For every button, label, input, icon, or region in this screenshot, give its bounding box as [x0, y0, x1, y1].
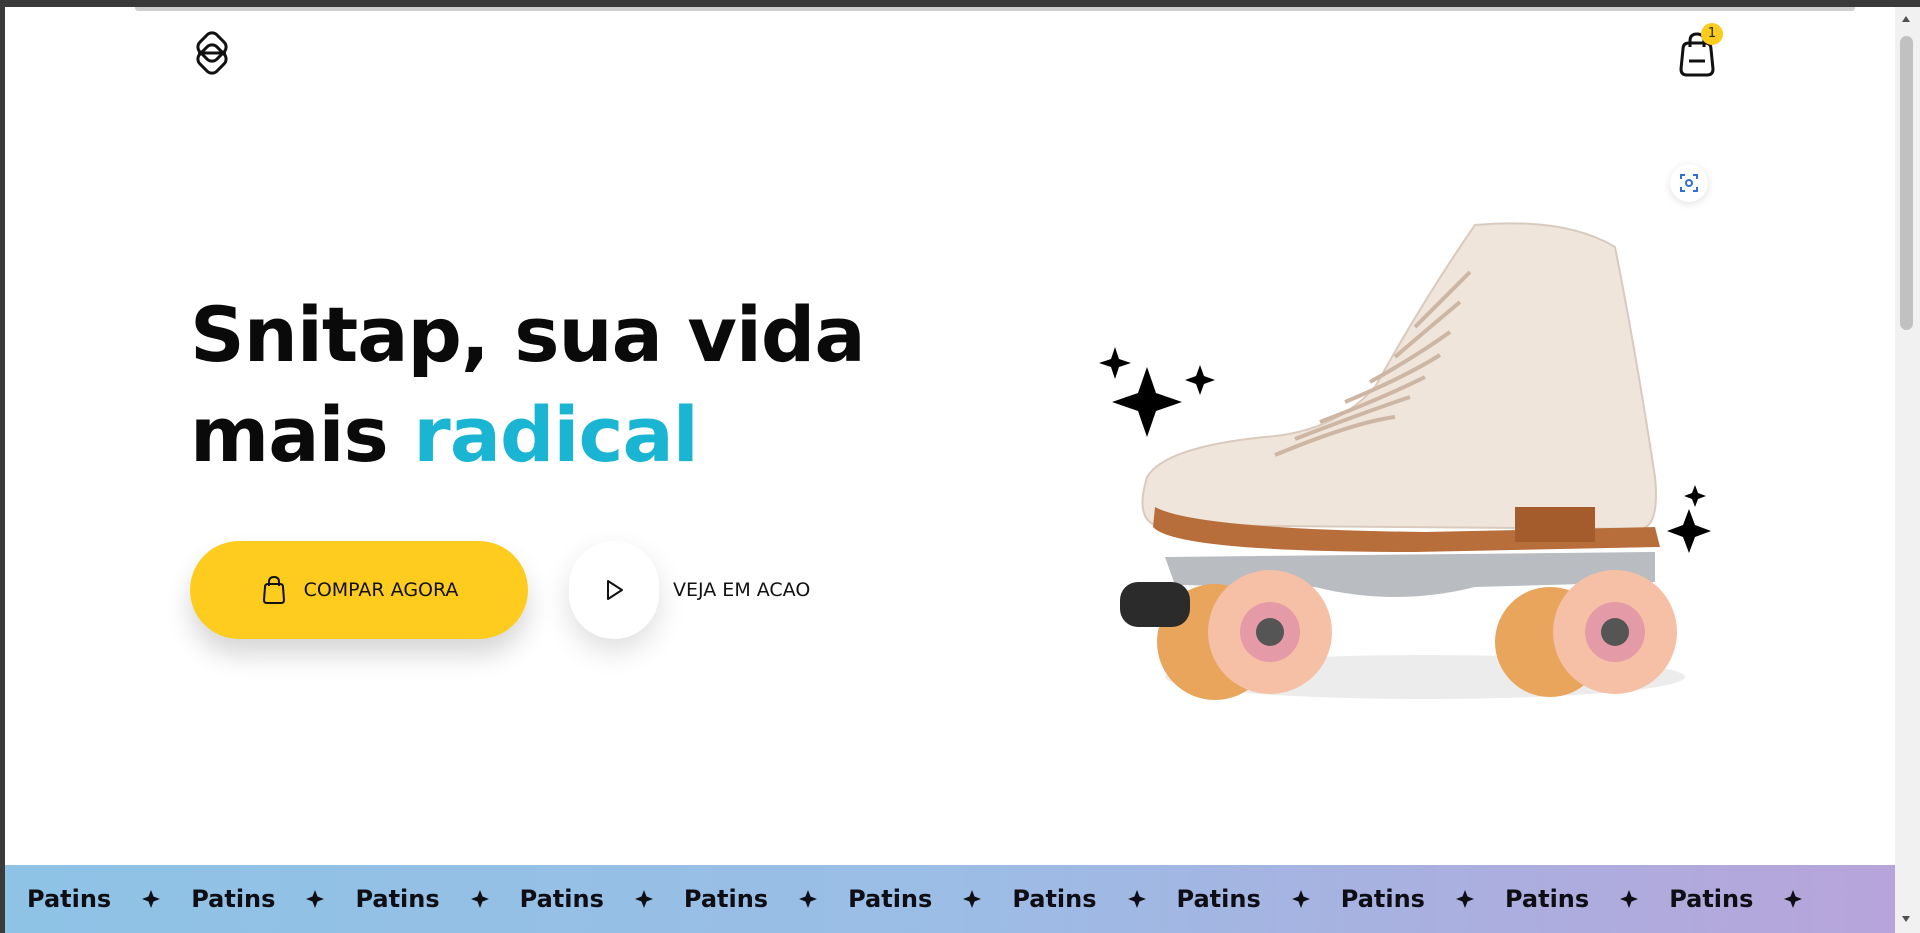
sparkle-icon	[1620, 890, 1639, 908]
watch-in-action-link[interactable]: VEJA EM ACAO	[673, 579, 810, 601]
scroll-up-arrow-icon[interactable]	[1899, 12, 1913, 26]
marquee-word: Patins	[519, 885, 604, 913]
marquee-strip: Patins Patins Patins Patins Patins Patins Pati…	[5, 865, 1895, 933]
shopping-bag-icon	[262, 575, 285, 604]
headline-line1: Snitap, sua vida	[190, 290, 866, 379]
hero-headline: Snitap, sua vida mais radical	[190, 285, 866, 485]
sparkle-icon	[963, 890, 982, 908]
sparkle-icon	[142, 890, 161, 908]
browser-viewport: 1 Snitap, sua vida mais radical COMPAR A…	[5, 7, 1895, 933]
sparkle-icon	[306, 890, 325, 908]
cart-count-badge: 1	[1701, 23, 1723, 45]
marquee-word: Patins	[1012, 885, 1097, 913]
marquee-word: Patins	[1340, 885, 1425, 913]
play-video-button[interactable]	[569, 541, 659, 639]
buy-now-label: COMPAR AGORA	[303, 579, 459, 601]
marquee-word: Patins	[1176, 885, 1261, 913]
headline-accent: radical	[413, 390, 699, 479]
marquee-word: Patins	[683, 885, 769, 913]
sparkle-icon	[634, 890, 653, 908]
sparkle-icon	[1455, 890, 1474, 908]
scrollbar-thumb[interactable]	[1900, 36, 1913, 330]
marquee-word: Patins	[848, 885, 933, 913]
sparkle-icon	[1291, 890, 1310, 908]
marquee-word: Patins	[27, 885, 112, 913]
headline-line2-prefix: mais	[190, 390, 414, 479]
screen-capture-icon	[1680, 174, 1698, 192]
sparkle-icon	[470, 890, 489, 908]
top-divider	[135, 7, 1855, 11]
sparkle-icon	[1127, 890, 1146, 908]
scroll-down-arrow-icon[interactable]	[1899, 912, 1913, 926]
sparkle-icon	[1784, 890, 1803, 908]
logo-icon[interactable]	[190, 31, 234, 75]
marquee-word: Patins	[191, 885, 276, 913]
buy-now-button[interactable]: COMPAR AGORA	[190, 541, 528, 639]
marquee-word: Patins	[1669, 885, 1754, 913]
play-icon	[607, 580, 623, 600]
roller-skate-image	[1099, 222, 1711, 700]
marquee-word: Patins	[355, 885, 440, 913]
screen-capture-button[interactable]	[1670, 164, 1708, 202]
marquee-word: Patins	[1504, 885, 1590, 913]
sparkle-icon	[799, 890, 818, 908]
